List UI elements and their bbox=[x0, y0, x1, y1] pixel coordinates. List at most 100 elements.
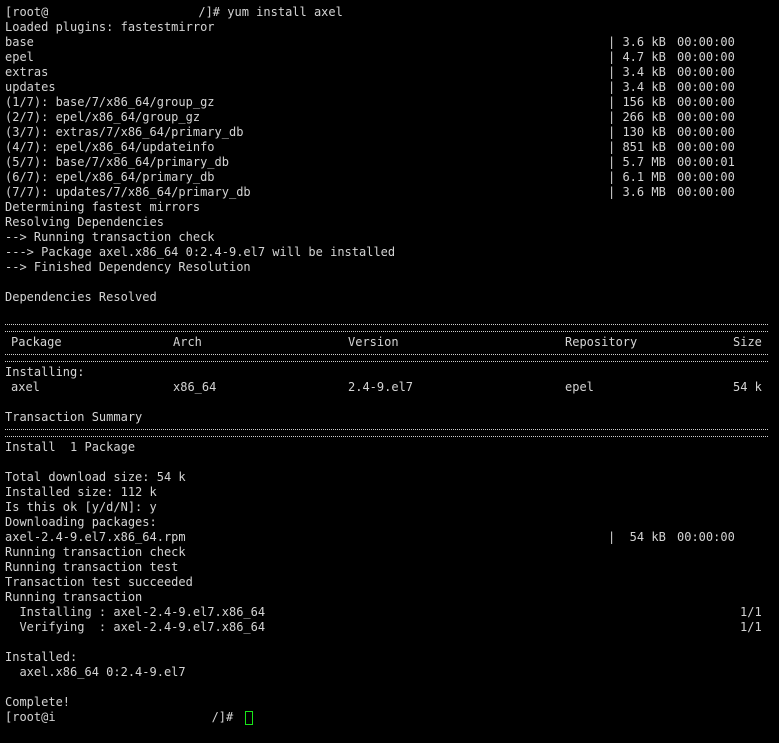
cell-arch: x86_64 bbox=[173, 380, 217, 394]
terminal-output: [root@ /]# yum install axel Loaded plugin… bbox=[5, 5, 779, 725]
output-line: Resolving Dependencies bbox=[5, 215, 164, 229]
header-version: Version bbox=[348, 335, 399, 349]
repo-row: updates | 3.4 kB 00:00:00 bbox=[5, 80, 779, 95]
repo-size: | 3.4 kB bbox=[608, 80, 666, 94]
repo-download-list: base | 3.6 kB 00:00:00 epel | 4.7 kB 00:00:00… bbox=[5, 35, 779, 200]
text-cursor[interactable] bbox=[245, 710, 254, 725]
header-package: Package bbox=[11, 335, 62, 349]
installing-step-row: Installing : axel-2.4-9.el7.x86_64 1/1 bbox=[5, 605, 779, 620]
repo-row: extras | 3.4 kB 00:00:00 bbox=[5, 65, 779, 80]
repo-time: 00:00:00 bbox=[677, 35, 735, 49]
final-prompt-line[interactable]: [root@i /]# bbox=[5, 710, 779, 725]
repo-size: | 851 kB bbox=[608, 140, 666, 154]
repo-size: | 6.1 MB bbox=[608, 170, 666, 184]
header-size: Size bbox=[733, 335, 762, 349]
repo-time: 00:00:00 bbox=[677, 170, 735, 184]
repo-row: (7/7): updates/7/x86_64/primary_db | 3.6 … bbox=[5, 185, 779, 200]
rpm-size: | 54 kB bbox=[608, 530, 666, 544]
repo-time: 00:00:01 bbox=[677, 155, 735, 169]
verifying-step-row: Verifying : axel-2.4-9.el7.x86_64 1/1 bbox=[5, 620, 779, 635]
final-prompt-start: [root@i bbox=[5, 710, 56, 724]
output-line: Running transaction test bbox=[5, 560, 179, 574]
repo-row: base | 3.6 kB 00:00:00 bbox=[5, 35, 779, 50]
repo-name: updates bbox=[5, 80, 56, 94]
output-line: Is this ok [y/d/N]: y bbox=[5, 500, 157, 514]
repo-row: (1/7): base/7/x86_64/group_gz | 156 kB 00:… bbox=[5, 95, 779, 110]
repo-time: 00:00:00 bbox=[677, 65, 735, 79]
rpm-download-row: axel-2.4-9.el7.x86_64.rpm | 54 kB 00:00:… bbox=[5, 530, 779, 545]
repo-size: | 266 kB bbox=[608, 110, 666, 124]
repo-name: (6/7): epel/x86_64/primary_db bbox=[5, 170, 215, 184]
repo-size: | 3.6 kB bbox=[608, 35, 666, 49]
command-text: yum install axel bbox=[227, 5, 343, 19]
output-line: Loaded plugins: fastestmirror bbox=[5, 20, 215, 34]
output-line: ---> Package axel.x86_64 0:2.4-9.el7 wil… bbox=[5, 245, 396, 259]
header-arch: Arch bbox=[173, 335, 202, 349]
repo-row: (3/7): extras/7/x86_64/primary_db | 130 k… bbox=[5, 125, 779, 140]
rpm-time: 00:00:00 bbox=[677, 530, 735, 544]
repo-size: | 3.4 kB bbox=[608, 65, 666, 79]
repo-name: epel bbox=[5, 50, 34, 64]
output-line: Transaction Summary bbox=[5, 410, 143, 424]
output-line: Complete! bbox=[5, 695, 71, 709]
terminal-window[interactable]: [root@ /]# yum install axel Loaded plugin… bbox=[0, 0, 779, 743]
output-line: --> Finished Dependency Resolution bbox=[5, 260, 251, 274]
repo-size: | 156 kB bbox=[608, 95, 666, 109]
repo-row: epel | 4.7 kB 00:00:00 bbox=[5, 50, 779, 65]
repo-row: (2/7): epel/x86_64/group_gz | 266 kB 00:00… bbox=[5, 110, 779, 125]
verifying-step-text: Verifying : axel-2.4-9.el7.x86_64 bbox=[5, 620, 266, 634]
output-line: Installing: bbox=[5, 365, 85, 379]
repo-time: 00:00:00 bbox=[677, 140, 735, 154]
repo-name: (1/7): base/7/x86_64/group_gz bbox=[5, 95, 215, 109]
output-line: Installed size: 112 k bbox=[5, 485, 157, 499]
repo-size: | 4.7 kB bbox=[608, 50, 666, 64]
prompt-end: /]# bbox=[198, 5, 228, 19]
output-line: Install 1 Package bbox=[5, 440, 136, 454]
output-line: Dependencies Resolved bbox=[5, 290, 157, 304]
cell-package: axel bbox=[11, 380, 40, 394]
repo-name: extras bbox=[5, 65, 49, 79]
installing-step-text: Installing : axel-2.4-9.el7.x86_64 bbox=[5, 605, 266, 619]
repo-row: (6/7): epel/x86_64/primary_db | 6.1 MB 00:… bbox=[5, 170, 779, 185]
command-line: [root@ /]# yum install axel bbox=[5, 5, 779, 20]
table-header-row: Package Arch Version Repository Size bbox=[5, 335, 779, 350]
output-line: Downloading packages: bbox=[5, 515, 157, 529]
repo-name: (5/7): base/7/x86_64/primary_db bbox=[5, 155, 229, 169]
repo-name: base bbox=[5, 35, 34, 49]
rpm-name: axel-2.4-9.el7.x86_64.rpm bbox=[5, 530, 186, 544]
repo-name: (2/7): epel/x86_64/group_gz bbox=[5, 110, 201, 124]
output-line: Installed: bbox=[5, 650, 78, 664]
table-row: axel x86_64 2.4-9.el7 epel 54 k bbox=[5, 380, 779, 395]
output-line: Total download size: 54 k bbox=[5, 470, 186, 484]
installing-step-progress: 1/1 bbox=[740, 605, 762, 619]
repo-time: 00:00:00 bbox=[677, 80, 735, 94]
repo-time: 00:00:00 bbox=[677, 110, 735, 124]
output-line: --> Running transaction check bbox=[5, 230, 215, 244]
double-rule bbox=[5, 354, 768, 362]
repo-name: (3/7): extras/7/x86_64/primary_db bbox=[5, 125, 244, 139]
output-line: Running transaction check bbox=[5, 545, 186, 559]
table-rule-bottom bbox=[5, 425, 779, 440]
repo-time: 00:00:00 bbox=[677, 95, 735, 109]
table-rule-mid bbox=[5, 350, 779, 365]
double-rule bbox=[5, 429, 768, 437]
repo-row: (5/7): base/7/x86_64/primary_db | 5.7 MB 0… bbox=[5, 155, 779, 170]
repo-time: 00:00:00 bbox=[677, 185, 735, 199]
redacted-hostname bbox=[48, 6, 199, 19]
repo-name: (4/7): epel/x86_64/updateinfo bbox=[5, 140, 215, 154]
prompt-start: [root@ bbox=[5, 5, 49, 19]
header-repository: Repository bbox=[565, 335, 638, 349]
output-line: axel.x86_64 0:2.4-9.el7 bbox=[5, 665, 186, 679]
repo-size: | 130 kB bbox=[608, 125, 666, 139]
repo-size: | 5.7 MB bbox=[608, 155, 666, 169]
cell-repository: epel bbox=[565, 380, 594, 394]
repo-name: (7/7): updates/7/x86_64/primary_db bbox=[5, 185, 251, 199]
final-prompt-end: /]# bbox=[211, 710, 241, 724]
repo-time: 00:00:00 bbox=[677, 125, 735, 139]
